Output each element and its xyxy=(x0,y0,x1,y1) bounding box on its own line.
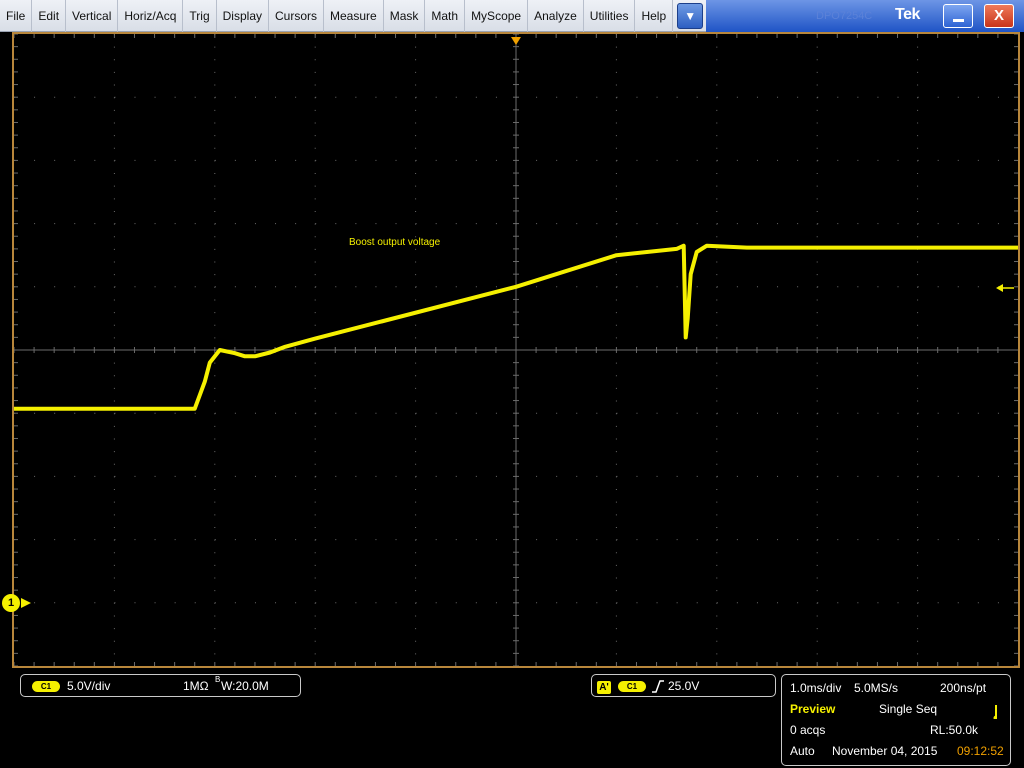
vertical-scale: 5.0V/div xyxy=(67,679,111,693)
waveform-point xyxy=(514,285,518,289)
waveform-point xyxy=(695,250,699,254)
waveform-graticule xyxy=(14,34,1018,666)
waveform-point xyxy=(916,246,920,250)
menu-item-myscope[interactable]: MyScope xyxy=(465,0,529,32)
waveform-point xyxy=(233,351,237,355)
menu-item-edit[interactable]: Edit xyxy=(32,0,67,32)
status-bar: C1 5.0V/div 1MΩ B W:20.0M A' C1 25.0V 1.… xyxy=(0,668,1024,768)
menu-item-help[interactable]: Help xyxy=(635,0,674,32)
graticule-grid xyxy=(14,34,1018,666)
acquisition-count: 0 acqs xyxy=(790,723,826,737)
waveform-point xyxy=(283,345,287,349)
waveform-point xyxy=(218,348,222,352)
trigger-channel-badge: C1 xyxy=(618,681,646,692)
menu-item-analyze[interactable]: Analyze xyxy=(528,0,584,32)
input-impedance: 1MΩ xyxy=(183,679,209,693)
waveform-point xyxy=(313,337,317,341)
waveform-point xyxy=(253,354,257,358)
tek-logo: Tek xyxy=(895,6,920,23)
waveform-point xyxy=(614,253,618,257)
menu-bar: File Edit Vertical Horiz/Acq Trig Display Curs… xyxy=(0,0,1024,32)
menu-list: File Edit Vertical Horiz/Acq Trig Display Curs… xyxy=(0,0,674,32)
menu-item-display[interactable]: Display xyxy=(217,0,269,32)
waveform-point xyxy=(684,335,688,339)
acquisition-date: November 04, 2015 xyxy=(832,744,938,758)
trigger-source-badge: A' xyxy=(597,681,611,694)
window-title: DPO7254C xyxy=(816,10,873,22)
acquisition-readout[interactable]: 1.0ms/div 5.0MS/s 200ns/pt Preview Singl… xyxy=(781,674,1011,766)
minimize-button[interactable] xyxy=(943,4,973,28)
waveform-point xyxy=(208,361,212,365)
resolution: 200ns/pt xyxy=(940,681,987,695)
menu-item-horiz-acq[interactable]: Horiz/Acq xyxy=(118,0,184,32)
waveform-point xyxy=(193,407,197,411)
channel-1-badge: 1 xyxy=(2,594,20,612)
arrow-right-icon xyxy=(21,598,31,608)
waveform-point xyxy=(203,380,207,384)
title-bar: DPO7254C Tek X xyxy=(706,0,1024,32)
menu-item-utilities[interactable]: Utilities xyxy=(584,0,636,32)
menu-item-cursors[interactable]: Cursors xyxy=(269,0,325,32)
waveform-point xyxy=(243,354,247,358)
run-mode: Single Seq xyxy=(879,702,938,716)
menu-item-math[interactable]: Math xyxy=(425,0,466,32)
waveform-annotation: Boost output voltage xyxy=(349,237,441,248)
waveform-point xyxy=(705,244,709,248)
waveform-point xyxy=(689,272,693,276)
menu-item-vertical[interactable]: Vertical xyxy=(66,0,119,32)
menu-item-mask[interactable]: Mask xyxy=(384,0,426,32)
waveform-point xyxy=(675,247,679,251)
close-button[interactable]: X xyxy=(984,4,1014,28)
menu-item-trig[interactable]: Trig xyxy=(183,0,217,32)
waveform-point xyxy=(815,246,819,250)
trigger-position-marker[interactable] xyxy=(511,37,521,45)
sample-rate: 5.0MS/s xyxy=(854,681,899,695)
waveform-display[interactable]: Boost output voltage xyxy=(12,32,1020,668)
trigger-status-icon xyxy=(993,705,997,719)
menu-dropdown-button[interactable]: ▼ xyxy=(677,3,704,29)
bandwidth-limit: W:20.0M xyxy=(221,679,269,693)
bandwidth-superscript: B xyxy=(215,675,221,684)
trigger-readout[interactable]: A' C1 25.0V xyxy=(591,674,776,697)
timebase: 1.0ms/div xyxy=(790,681,842,695)
rising-edge-icon xyxy=(652,680,664,693)
preview-label: Preview xyxy=(790,702,836,716)
trigger-level-marker[interactable] xyxy=(996,284,1014,292)
chevron-down-icon: ▼ xyxy=(684,9,697,23)
waveform-point xyxy=(268,351,272,355)
waveform-point xyxy=(686,316,690,320)
trigger-level: 25.0V xyxy=(668,679,700,693)
record-length: RL:50.0k xyxy=(930,723,979,737)
channel-readout[interactable]: C1 5.0V/div 1MΩ B W:20.0M xyxy=(20,674,301,697)
trigger-mode: Auto xyxy=(790,744,815,758)
waveform-point xyxy=(745,246,749,250)
menu-item-measure[interactable]: Measure xyxy=(324,0,384,32)
menu-item-file[interactable]: File xyxy=(0,0,33,32)
channel-1-reference-marker[interactable]: 1 xyxy=(2,594,32,612)
acquisition-time: 09:12:52 xyxy=(957,744,1004,758)
channel-badge: C1 xyxy=(32,681,60,692)
waveform-point xyxy=(682,244,686,248)
